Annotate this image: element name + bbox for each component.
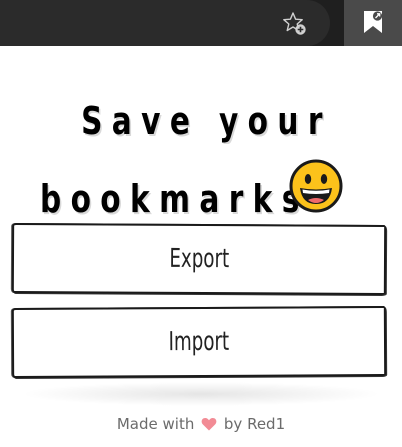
star-add-icon — [283, 12, 306, 35]
footer-prefix: Made with — [116, 415, 195, 433]
extension-popup: Save your bookmarks Export Import Made w… — [0, 46, 402, 447]
import-button-label: Import — [168, 326, 230, 358]
import-button[interactable]: Import — [11, 306, 387, 378]
export-button-label: Export — [169, 243, 229, 275]
grinning-face-emoji-icon — [289, 159, 343, 213]
export-button[interactable]: Export — [11, 223, 387, 295]
bookmark-export-icon — [364, 11, 383, 33]
panel-shadow — [20, 382, 382, 406]
extension-button[interactable] — [344, 0, 402, 46]
heart-icon — [201, 417, 217, 431]
footer-credit: Made with by Red1 — [0, 415, 402, 433]
add-favorite-button[interactable] — [281, 10, 307, 36]
browser-toolbar — [0, 0, 402, 46]
headline-line-1: Save your — [81, 99, 332, 143]
footer-suffix: by Red1 — [223, 415, 286, 433]
